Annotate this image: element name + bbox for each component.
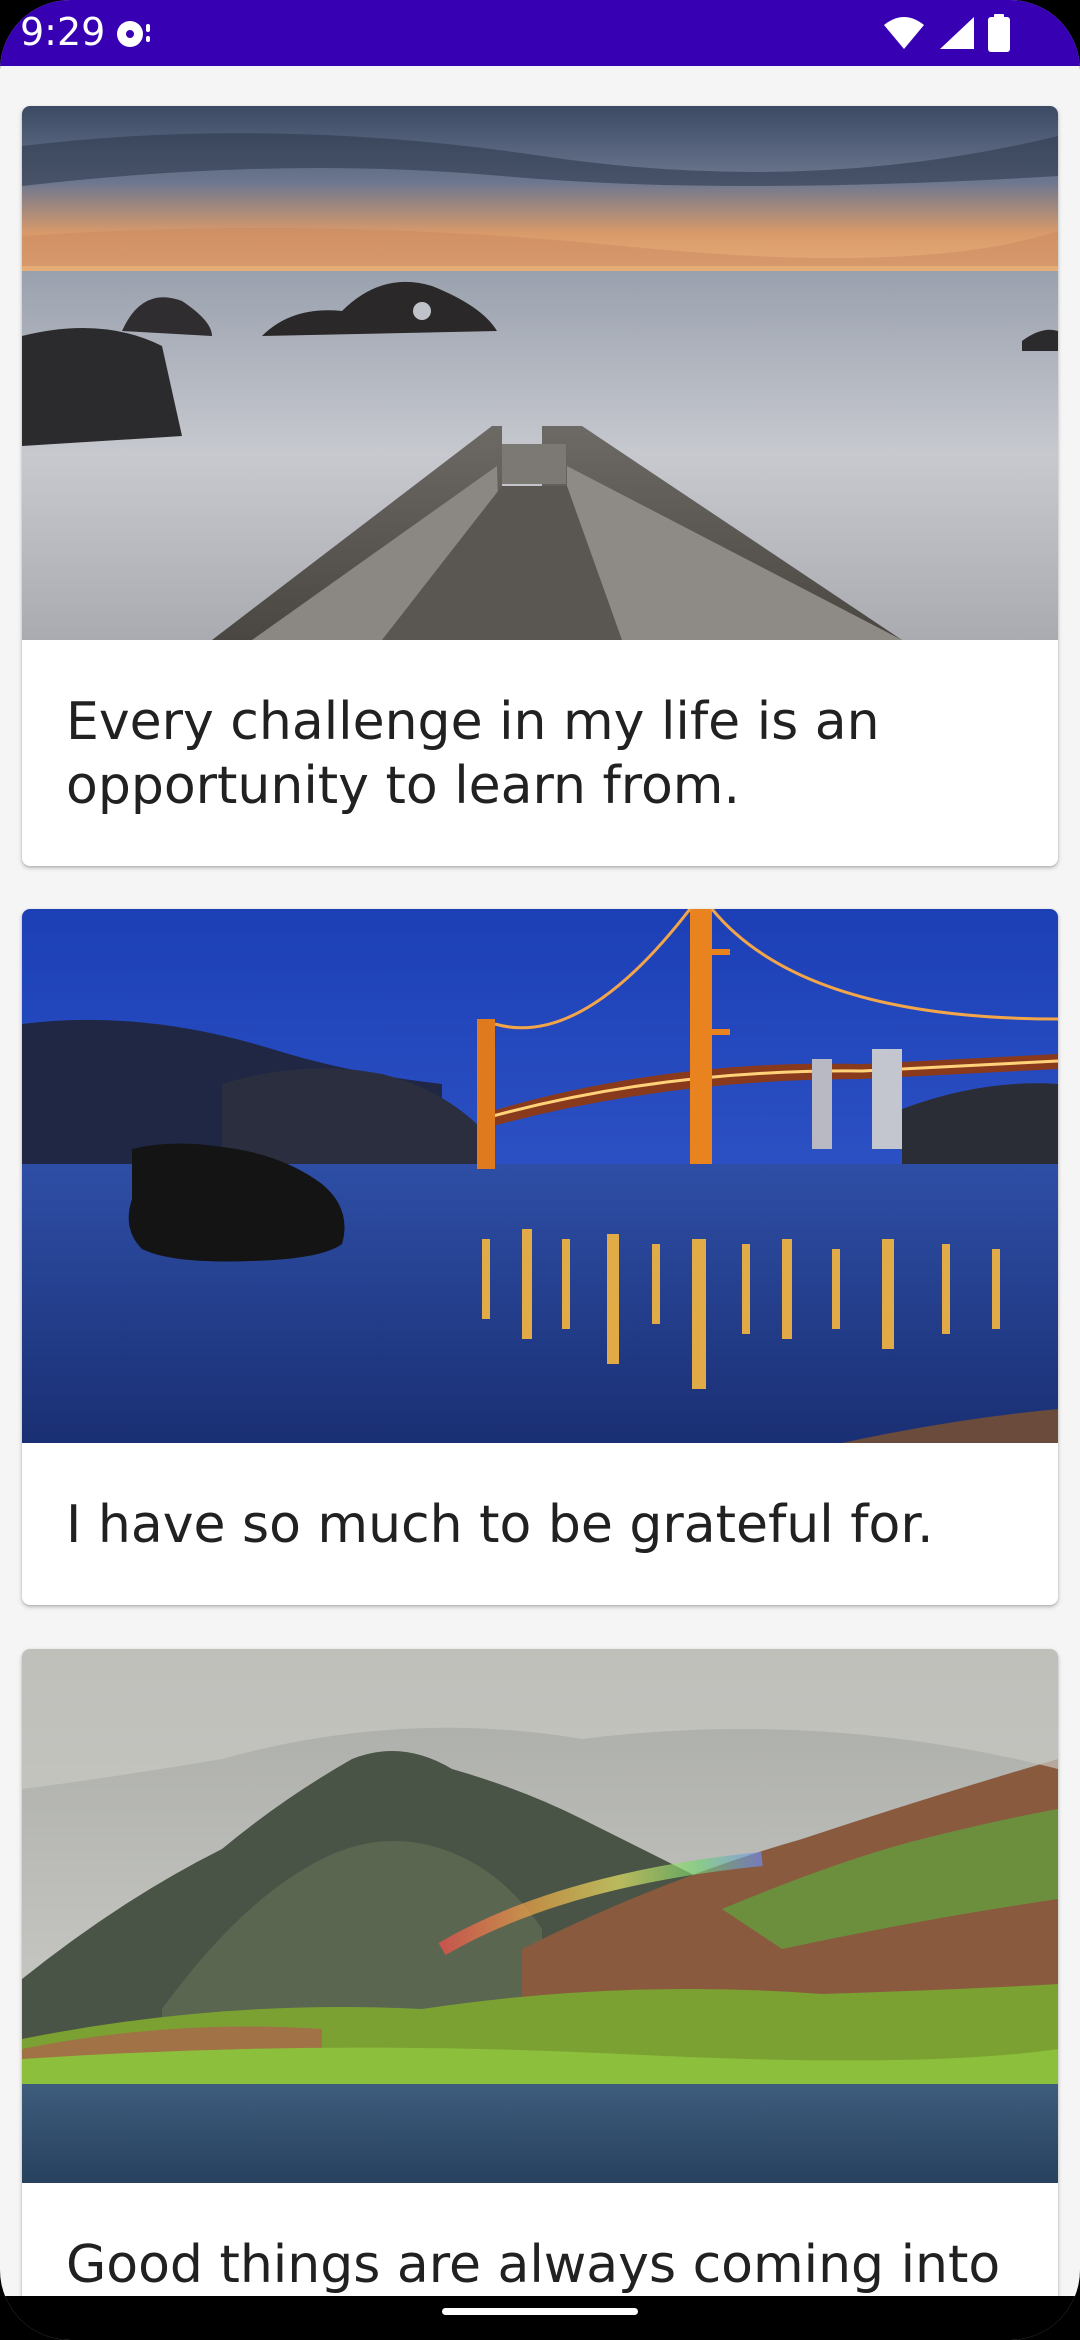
affirmation-text: I have so much to be grateful for. xyxy=(66,1495,934,1555)
media-notification-icon xyxy=(117,21,150,47)
affirmation-card[interactable]: Every challenge in my life is an opportu… xyxy=(22,106,1058,866)
cellular-signal-icon xyxy=(940,17,974,49)
affirmation-list[interactable]: Every challenge in my life is an opportu… xyxy=(0,66,1080,2296)
affirmation-text: Good things are always coming into xyxy=(66,2235,1001,2295)
golden-gate-bridge-night-photo xyxy=(22,909,1058,1443)
affirmation-text: Every challenge in my life is an opportu… xyxy=(66,692,880,816)
status-icons xyxy=(882,12,1010,54)
affirmation-card[interactable]: Good things are always coming into xyxy=(22,1649,1058,2296)
navigation-bar xyxy=(0,2296,1080,2340)
battery-icon xyxy=(988,14,1010,52)
app-screen: 9:29 Every challenge in my life is an op… xyxy=(0,0,1080,2340)
mountain-rainbow-coast-photo xyxy=(22,1649,1058,2183)
ocean-pier-sunset-photo xyxy=(22,106,1058,640)
wifi-icon xyxy=(884,17,924,49)
home-gesture-handle[interactable] xyxy=(442,2308,638,2315)
affirmation-card[interactable]: I have so much to be grateful for. xyxy=(22,909,1058,1605)
status-bar: 9:29 xyxy=(0,0,1080,66)
status-time: 9:29 xyxy=(20,10,106,54)
